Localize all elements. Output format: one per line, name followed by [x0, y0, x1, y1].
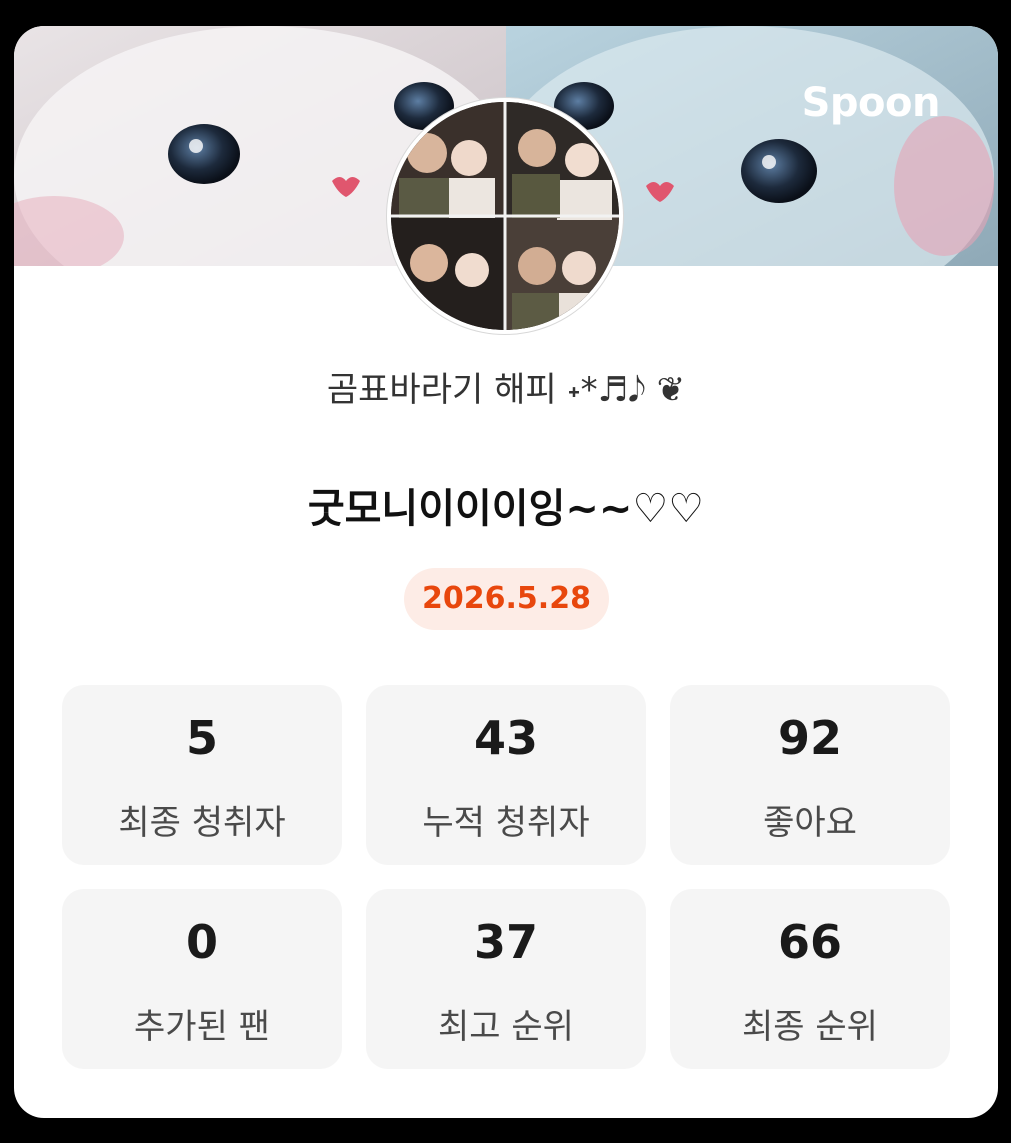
stat-final-rank: 66 최종 순위: [670, 889, 950, 1069]
stat-value: 37: [473, 915, 538, 969]
stat-value: 0: [185, 915, 218, 969]
stat-likes: 92 좋아요: [670, 685, 950, 865]
stat-label: 추가된 팬: [134, 1007, 270, 1047]
stat-value: 92: [777, 711, 842, 765]
live-summary-card: Spoon 곰표바라기 해피 ˖*♬𝅘𝅥𝅮 ❦ 굿모니이이이잉~~♡♡ 2026…: [14, 26, 998, 1118]
stat-value: 66: [777, 915, 842, 969]
date-badge: 2026.5.28: [404, 568, 609, 630]
stat-new-fans: 0 추가된 팬: [62, 889, 342, 1069]
stat-label: 최종 순위: [742, 1007, 878, 1047]
stat-final-listeners: 5 최종 청취자: [62, 685, 342, 865]
stat-value: 5: [185, 711, 218, 765]
dj-nickname: 곰표바라기 해피 ˖*♬𝅘𝅥𝅮 ❦: [326, 370, 686, 410]
stat-label: 좋아요: [763, 803, 857, 843]
stat-total-listeners: 43 누적 청취자: [366, 685, 646, 865]
stat-label: 최종 청취자: [118, 803, 286, 843]
avatar: [387, 98, 623, 334]
stat-label: 누적 청취자: [422, 803, 590, 843]
stat-best-rank: 37 최고 순위: [366, 889, 646, 1069]
stat-label: 최고 순위: [438, 1007, 574, 1047]
spoon-logo: Spoon: [801, 80, 941, 126]
live-title: 굿모니이이이잉~~♡♡: [307, 486, 705, 532]
stat-value: 43: [473, 711, 538, 765]
